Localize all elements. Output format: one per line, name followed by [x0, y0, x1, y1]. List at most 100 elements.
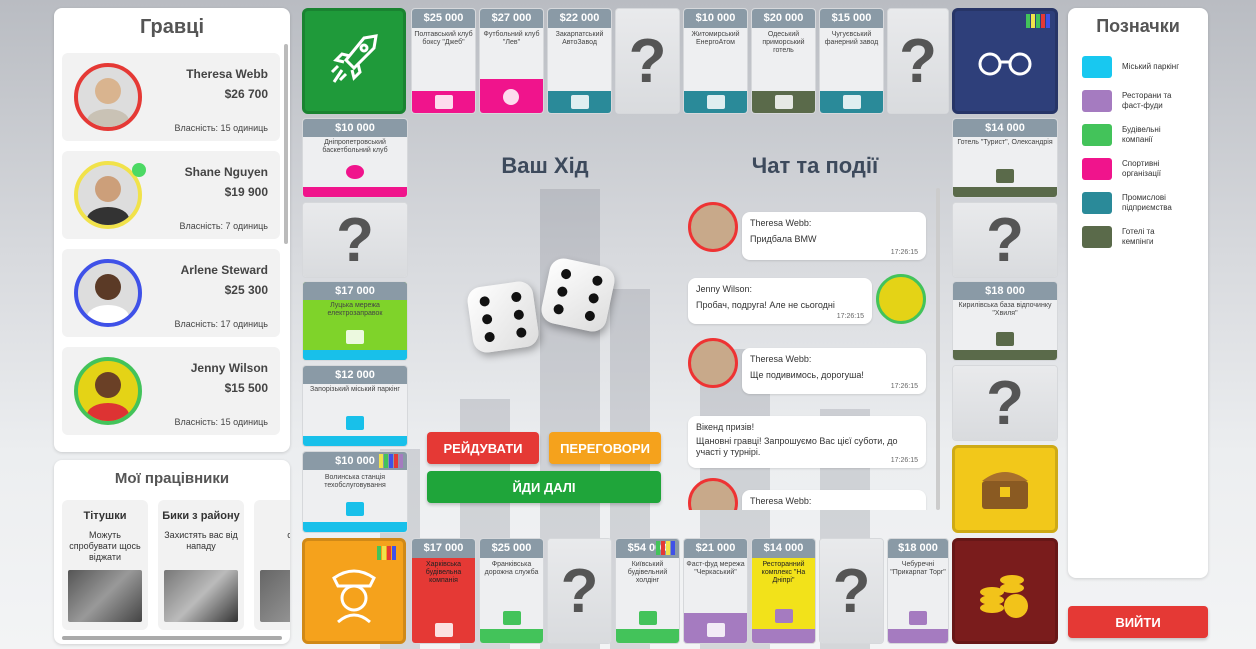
chance-cell[interactable]: ? [547, 538, 612, 644]
board-cell[interactable]: $17 000 Луцька мережа електрозаправок [302, 281, 408, 361]
cell-name: Запорізький міський паркінг [310, 386, 400, 393]
board-cell[interactable]: $54 000 Київський будівельний холдінг [615, 538, 680, 644]
worker-card[interactable]: Т спро [254, 500, 290, 630]
board-cell[interactable]: $14 000 Готель "Турист", Олександрія [952, 118, 1058, 198]
player-flags [377, 546, 396, 560]
next-move-button[interactable]: ЙДИ ДАЛІ [427, 471, 661, 503]
message-author: Theresa Webb: [750, 496, 812, 506]
board-cell[interactable]: $12 000 Запорізький міський паркінг [302, 365, 408, 447]
board-cell[interactable]: $25 000 Франківська дорожна служба [479, 538, 544, 644]
worker-title: Т [254, 510, 290, 522]
workers-scrollbar[interactable] [62, 636, 282, 640]
exit-button[interactable]: ВИЙТИ [1068, 606, 1208, 638]
cell-price: $21 000 [684, 539, 747, 558]
legend-label: Ресторани та фаст-фуди [1122, 91, 1172, 110]
legend-label: Промислові підприємства [1122, 193, 1172, 212]
corner-jail[interactable] [952, 8, 1058, 114]
players-scrollbar[interactable] [284, 44, 288, 244]
cell-name: Футбольний клуб "Лев" [483, 31, 540, 46]
question-mark: ? [888, 9, 948, 113]
chat-message: Theresa Webb: Придбала BMW 17:26:15 [742, 212, 926, 260]
car-icon [346, 330, 364, 344]
chance-cell[interactable]: ? [819, 538, 884, 644]
excavator-icon [638, 611, 657, 625]
question-mark: ? [616, 9, 679, 113]
player-flags [1026, 14, 1050, 28]
legend-swatch [1082, 90, 1112, 112]
cell-price: $18 000 [953, 282, 1057, 300]
player-card[interactable]: Shane Nguyen $19 900 Власність: 7 одиниц… [62, 151, 280, 239]
chat-message: Вікенд призів! Щановні гравці! Запрошуєм… [688, 416, 926, 468]
chat-area: Theresa Webb: Придбала BMW 17:26:15 Jenn… [680, 188, 942, 510]
cell-price: $10 000 [303, 119, 407, 137]
message-author: Theresa Webb: [750, 354, 812, 364]
cell-name: Луцька мережа електрозаправок [327, 302, 383, 317]
negotiate-button[interactable]: ПЕРЕГОВОРИ [549, 432, 661, 464]
corner-money[interactable] [952, 538, 1058, 644]
raid-button[interactable]: РЕЙДУВАТИ [427, 432, 539, 464]
board-cell[interactable]: $10 000 Волинська станція техобслуговува… [302, 451, 408, 533]
question-mark: ? [953, 203, 1057, 277]
board-cell[interactable]: $18 000 Кирилівська база відпочинку "Хви… [952, 281, 1058, 361]
player-card[interactable]: Theresa Webb $26 700 Власність: 15 одини… [62, 53, 280, 141]
cell-name: Чугуєвський фанерний завод [824, 31, 879, 46]
board-cell[interactable]: $10 000 Житомирський ЕнергоАтом [683, 8, 748, 114]
legend-swatch [1082, 158, 1112, 180]
cell-price: $25 000 [412, 9, 475, 28]
player-card[interactable]: Jenny Wilson $15 500 Власність: 15 одини… [62, 347, 280, 435]
board-cell[interactable]: $15 000 Чугуєвський фанерний завод [819, 8, 884, 114]
message-time: 17:26:15 [890, 383, 918, 390]
player-property: Власність: 15 одиниць [174, 123, 268, 133]
cell-price: $15 000 [820, 9, 883, 28]
corner-police[interactable] [302, 538, 406, 644]
question-mark: ? [303, 203, 407, 277]
board-cell[interactable]: $17 000 Харківська будівельна компанія [411, 538, 476, 644]
chat-scrollbar[interactable] [936, 188, 940, 510]
board-cell[interactable]: $10 000 Дніпропетровський баскетбольний … [302, 118, 408, 198]
cell-price: $22 000 [548, 9, 611, 28]
player-flags [656, 541, 675, 555]
player-card[interactable]: Arlene Steward $25 300 Власність: 17 оди… [62, 249, 280, 337]
message-text: Пробач, подруга! Але не сьогодні [696, 300, 835, 310]
board-cell[interactable]: $25 000 Полтавський клуб боксу "Джеб" [411, 8, 476, 114]
player-property: Власність: 17 одиниць [174, 319, 268, 329]
message-text: Придбала BMW [750, 234, 817, 244]
dice[interactable] [538, 255, 618, 335]
cell-price: $18 000 [888, 539, 948, 558]
chance-cell[interactable]: ? [615, 8, 680, 114]
message-time: 17:26:15 [836, 313, 864, 320]
player-property: Власність: 15 одиниць [174, 417, 268, 427]
parking-icon [346, 416, 364, 430]
dice[interactable] [465, 279, 541, 355]
cell-name: Київський будівельний холдінг [627, 561, 668, 584]
player-name: Theresa Webb [186, 67, 268, 81]
chance-cell[interactable]: ? [952, 365, 1058, 441]
chance-cell[interactable]: ? [887, 8, 949, 114]
chance-cell[interactable]: ? [952, 202, 1058, 278]
treasure-cell[interactable] [952, 445, 1058, 533]
board-cell[interactable]: $22 000 Закарпатський АвтоЗавод [547, 8, 612, 114]
football-icon [502, 89, 519, 105]
board-cell[interactable]: $18 000 Чебуречні "Прикарпат Торг" [887, 538, 949, 644]
worker-desc: Можуть спробувати щось віджати [69, 530, 141, 562]
worker-card[interactable]: Бики з району Захистять вас від нападу [158, 500, 244, 630]
board-cell[interactable]: $14 000 Ресторанний комплекс "На Дніпрі" [751, 538, 816, 644]
cell-name: Харківська будівельна компанія [425, 561, 462, 584]
player-avatar [74, 357, 142, 425]
worker-image [68, 570, 142, 622]
corner-start[interactable] [302, 8, 406, 114]
worker-card[interactable]: Тітушки Можуть спробувати щось віджати [62, 500, 148, 630]
legend-swatch [1082, 192, 1112, 214]
online-indicator [132, 163, 146, 177]
board-cell[interactable]: $20 000 Одеський приморський готель [751, 8, 816, 114]
cell-name: Житомирський ЕнергоАтом [691, 31, 740, 46]
cell-price: $14 000 [953, 119, 1057, 137]
chat-message: Theresa Webb: Ще подивимось, дорогуша! 1… [742, 348, 926, 394]
chance-cell[interactable]: ? [302, 202, 408, 278]
board-cell[interactable]: $27 000 Футбольний клуб "Лев" [479, 8, 544, 114]
message-time: 17:26:15 [890, 457, 918, 464]
board-cell[interactable]: $21 000 Фаст-фуд мережа "Черкаський" [683, 538, 748, 644]
cell-name: Фаст-фуд мережа "Черкаський" [686, 561, 745, 576]
legend-swatch [1082, 56, 1112, 78]
message-text: Щановні гравці! Запрошуємо Вас цієї субо… [696, 436, 898, 457]
